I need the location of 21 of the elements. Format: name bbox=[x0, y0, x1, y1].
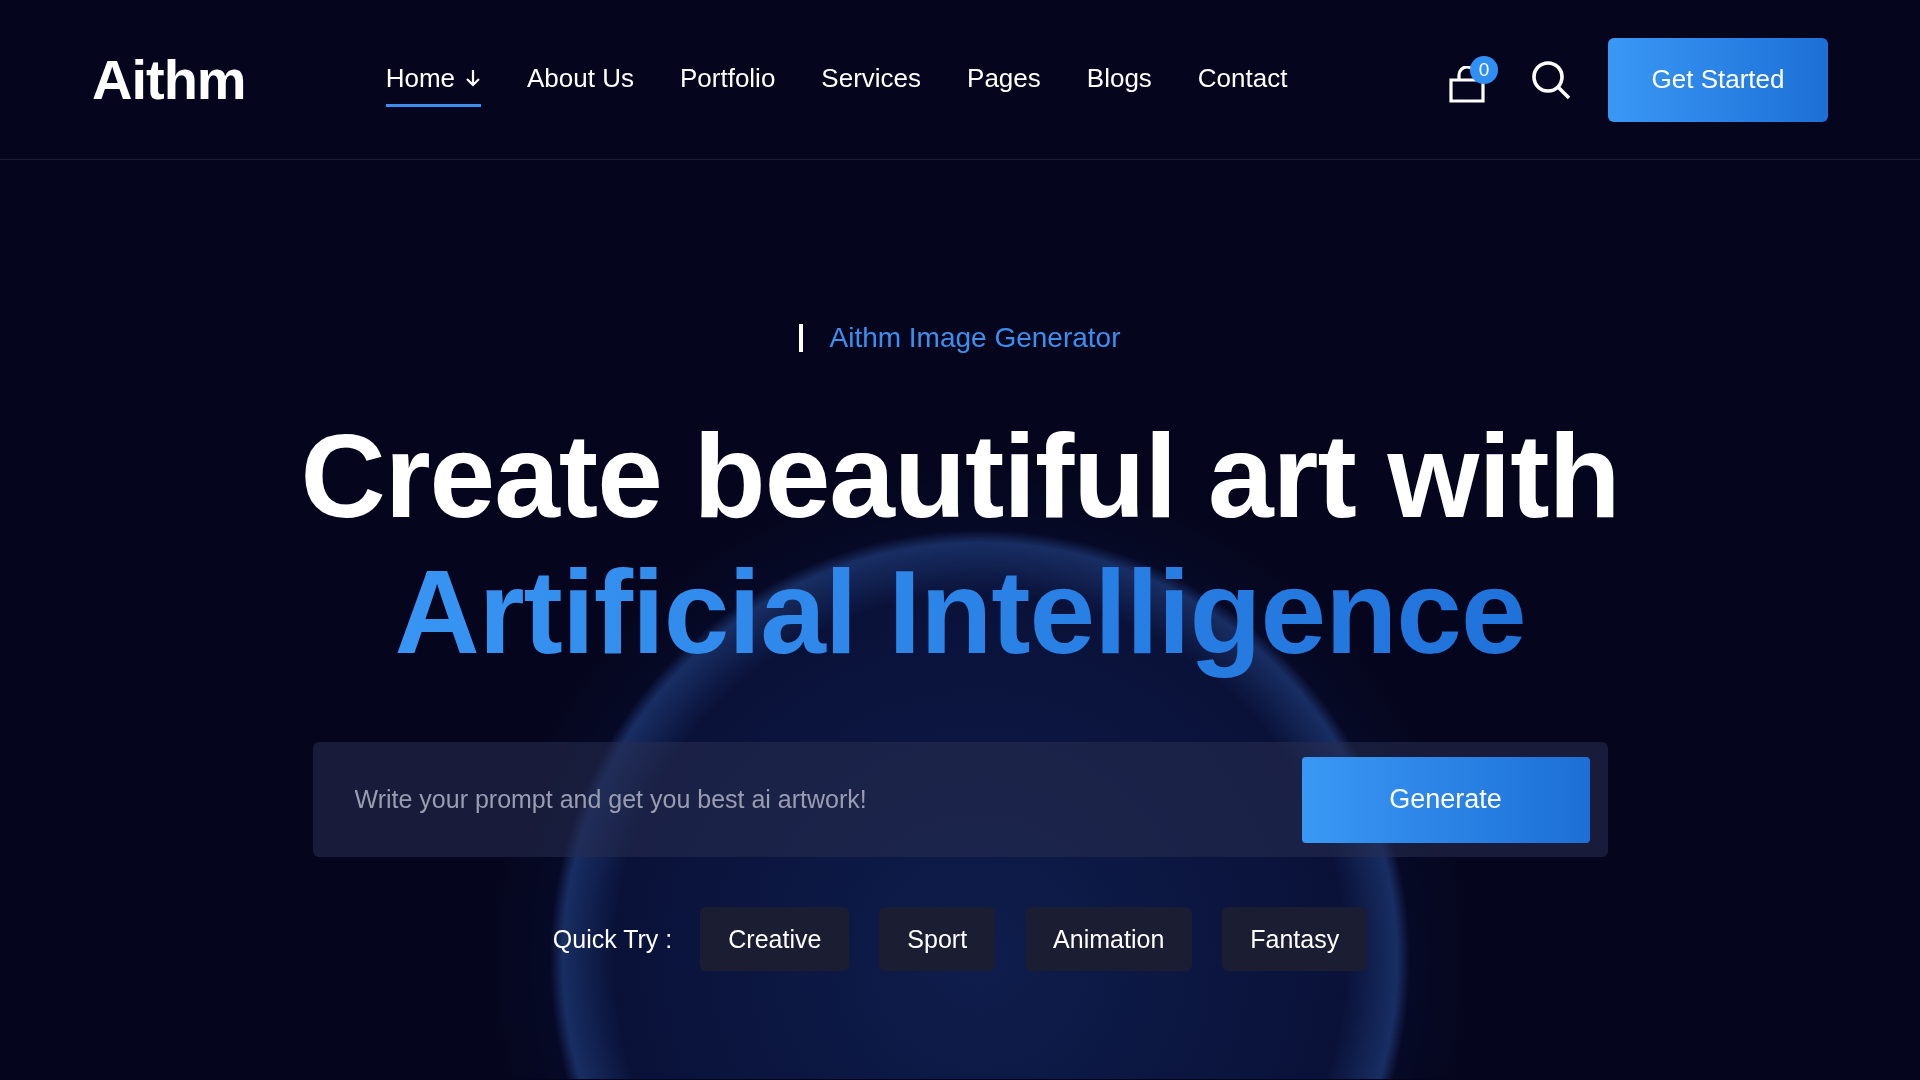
quick-try-chip[interactable]: Fantasy bbox=[1222, 907, 1368, 971]
quick-try-label: Quick Try : bbox=[552, 924, 673, 954]
nav-link[interactable]: Services bbox=[821, 52, 922, 107]
search-button[interactable] bbox=[1530, 58, 1572, 101]
quick-try-chip[interactable]: Sport bbox=[879, 907, 996, 971]
nav-link[interactable]: Portfolio bbox=[679, 52, 776, 107]
get-started-button[interactable]: Get Started bbox=[1608, 37, 1828, 122]
search-icon bbox=[1530, 58, 1572, 101]
nav-link[interactable]: Pages bbox=[967, 52, 1041, 107]
headline: Create beautiful art with bbox=[300, 409, 1620, 544]
nav-link[interactable]: Blogs bbox=[1086, 52, 1152, 107]
quick-try-chip[interactable]: Animation bbox=[1025, 907, 1193, 971]
nav-link[interactable]: About Us bbox=[527, 52, 634, 107]
logo[interactable]: Aithm bbox=[92, 47, 246, 112]
nav-link[interactable]: Contact bbox=[1197, 52, 1288, 107]
quick-try-chip[interactable]: Creative bbox=[700, 907, 850, 971]
prompt-field[interactable]: Write your prompt and get you best ai artwork! Generate bbox=[312, 742, 1608, 857]
eyebrow-text: Aithm Image Generator bbox=[829, 322, 1121, 354]
cart-count-badge: 0 bbox=[1470, 55, 1498, 84]
generate-button[interactable]: Generate bbox=[1301, 756, 1590, 843]
nav-link[interactable]: Home bbox=[385, 52, 481, 107]
